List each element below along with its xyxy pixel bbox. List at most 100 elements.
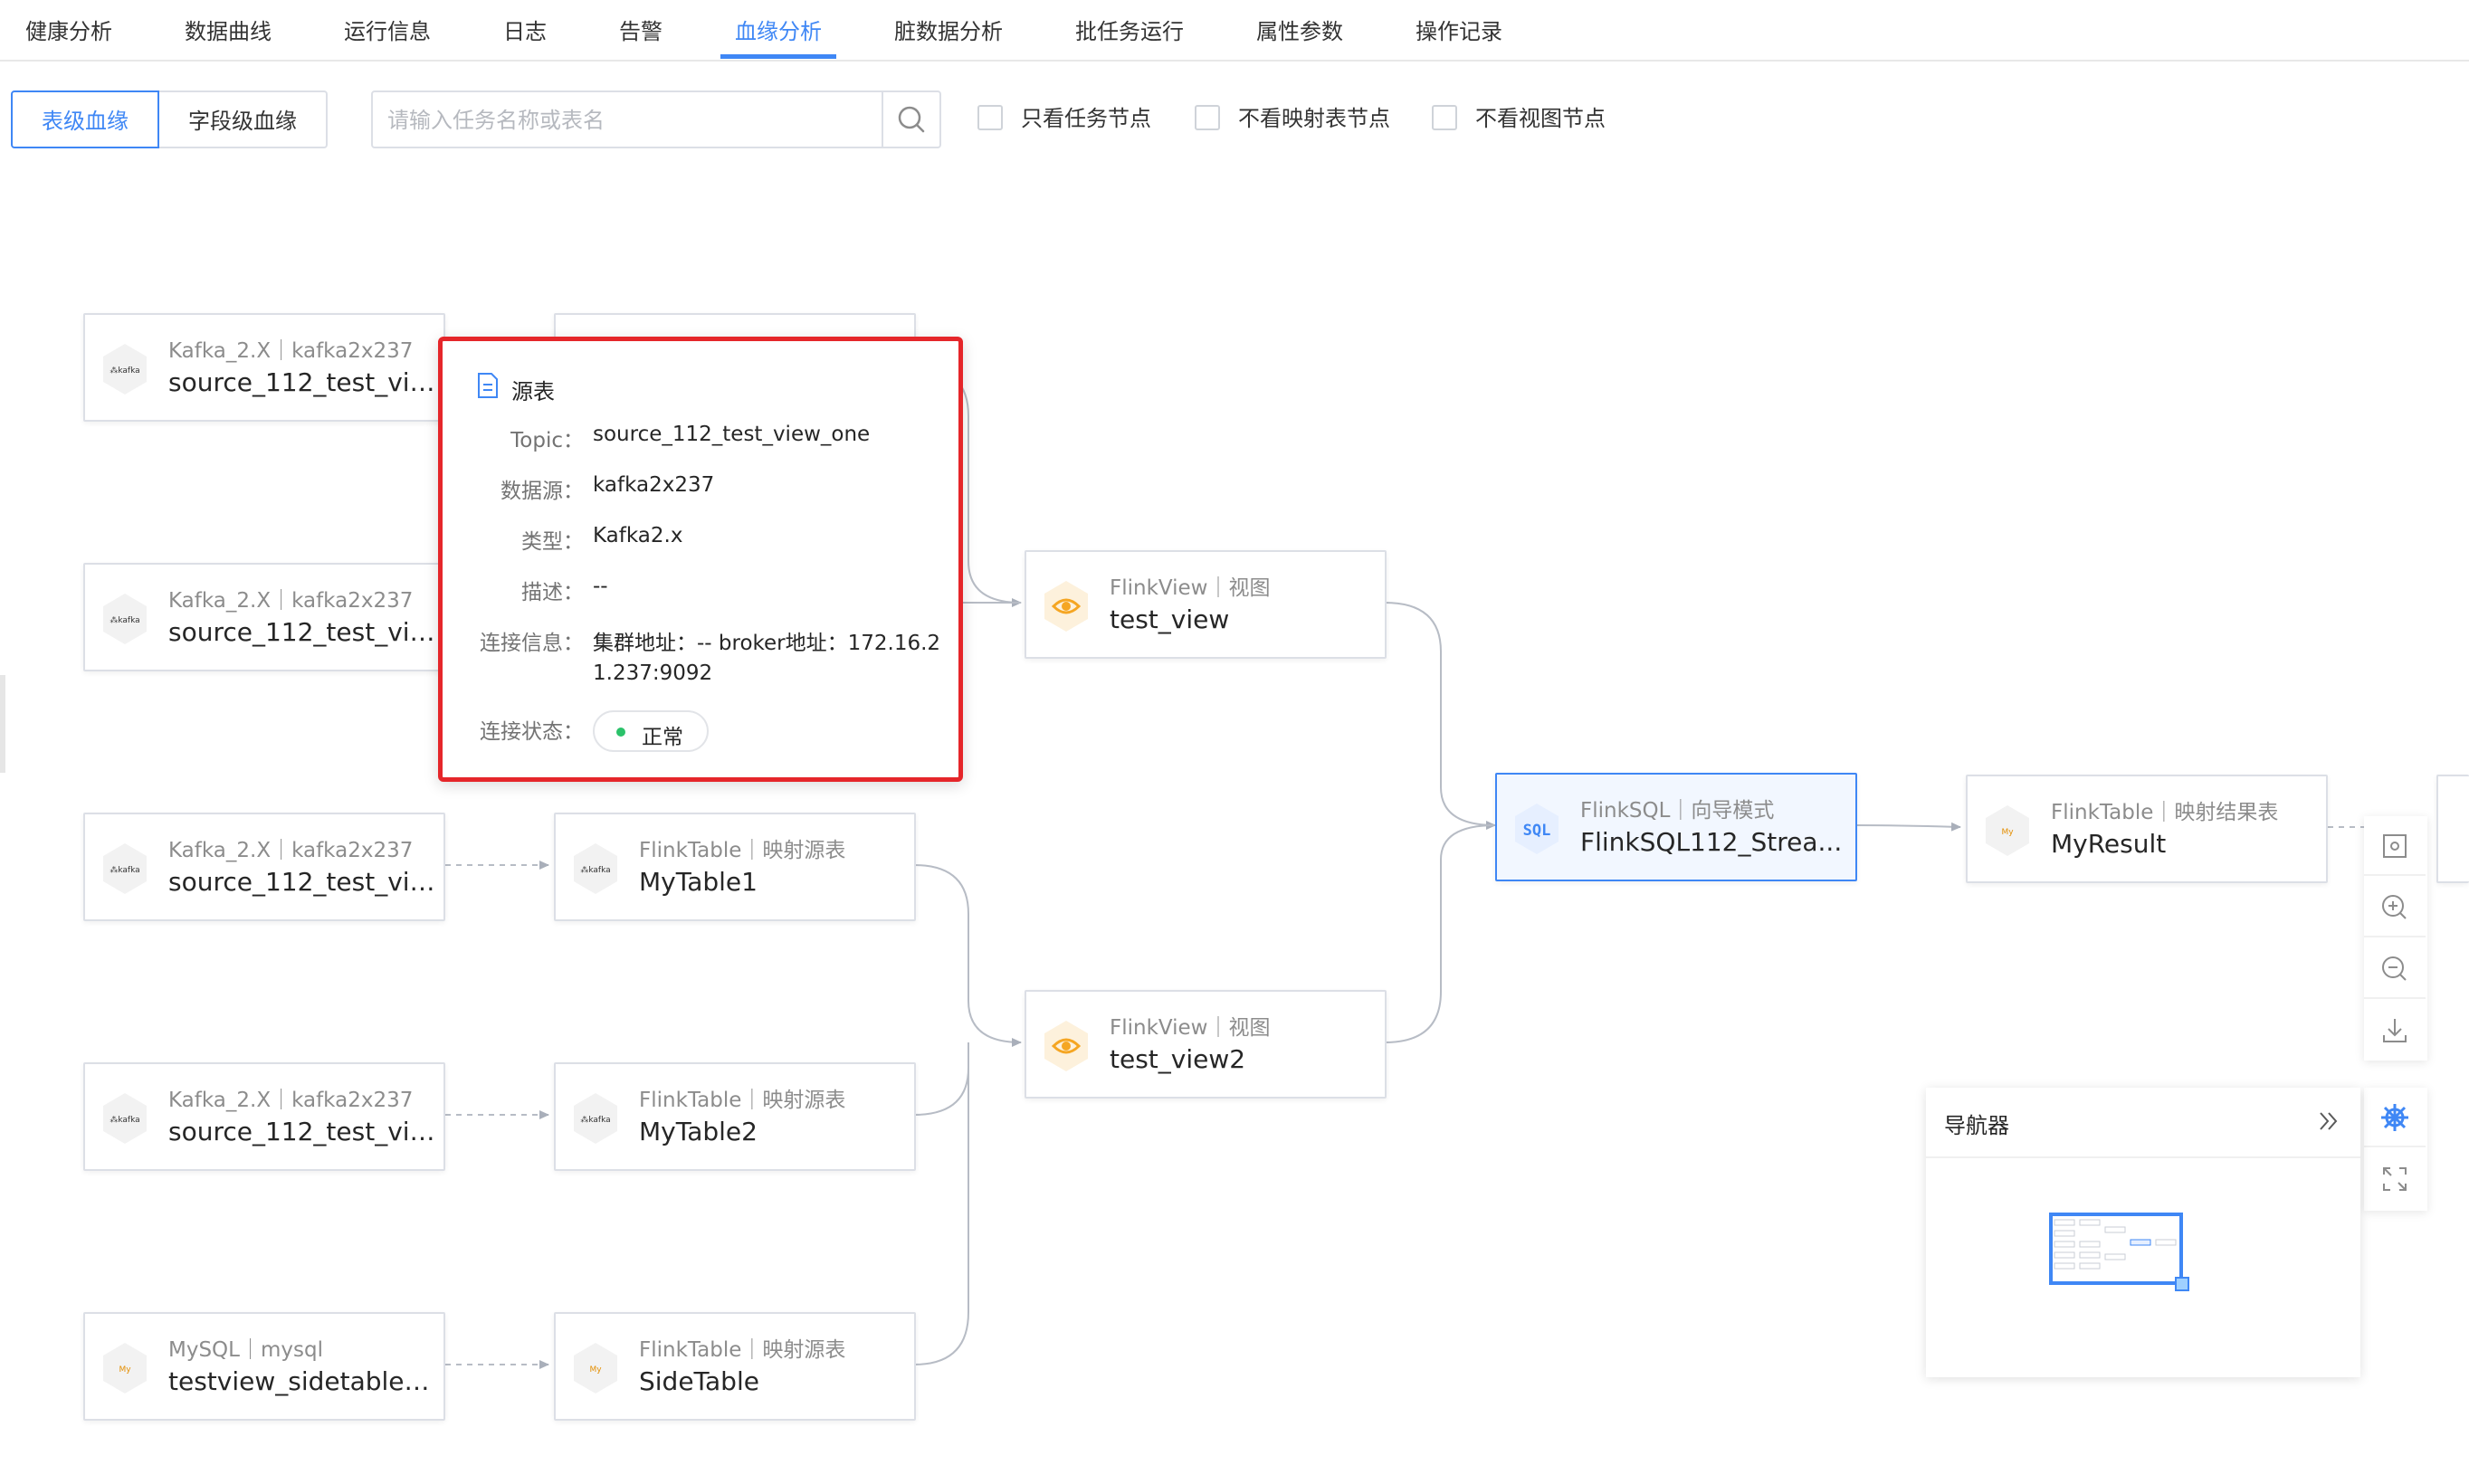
kafka-icon: ⁂kafka bbox=[103, 344, 147, 395]
navigator-toggle-button[interactable] bbox=[2364, 1088, 2426, 1147]
helm-icon bbox=[2381, 1104, 2408, 1131]
node-title: test_view2 bbox=[1110, 1044, 1246, 1074]
detail-key-topic: Topic： bbox=[510, 429, 584, 452]
tab-run-info[interactable]: 运行信息 bbox=[344, 0, 431, 60]
collapse-double-chevron-icon[interactable] bbox=[2315, 1108, 2342, 1135]
navigator-panel: 导航器 bbox=[1926, 1088, 2360, 1377]
zoom-in-button[interactable] bbox=[2364, 878, 2426, 937]
navigator-title: 导航器 bbox=[1944, 1113, 2009, 1138]
status-dot bbox=[616, 728, 625, 737]
status-badge: 正常 bbox=[593, 710, 709, 752]
zoom-out-icon bbox=[2382, 956, 2407, 981]
node-subtitle: FlinkTable｜映射结果表 bbox=[2051, 801, 2279, 824]
node-subtitle: FlinkView｜视图 bbox=[1110, 1016, 1271, 1040]
active-tab-indicator bbox=[720, 54, 836, 59]
detail-value-datasource: kafka2x237 bbox=[593, 473, 715, 497]
navigator-minimap[interactable] bbox=[1926, 1156, 2360, 1377]
search-box bbox=[371, 90, 941, 148]
svg-text:⁂kafka: ⁂kafka bbox=[580, 1115, 610, 1125]
filter-task-nodes-checkbox[interactable]: 只看任务节点 bbox=[977, 103, 1177, 136]
search-icon bbox=[898, 106, 925, 133]
node-detail-popover: 源表 Topic： source_112_test_view_one 数据源： … bbox=[438, 337, 963, 782]
svg-text:SQL: SQL bbox=[1523, 822, 1551, 840]
tab-logs[interactable]: 日志 bbox=[503, 0, 547, 60]
tab-batch-runs[interactable]: 批任务运行 bbox=[1075, 0, 1184, 60]
filter-no-view-checkbox[interactable]: 不看视图节点 bbox=[1432, 103, 1649, 136]
search-button[interactable] bbox=[882, 92, 939, 147]
node-title: source_112_test_vie... bbox=[168, 1117, 440, 1146]
lineage-node-mapping-1[interactable]: ⁂kafka FlinkTable｜映射源表 MyTable1 bbox=[554, 813, 916, 921]
view-eye-icon bbox=[1044, 581, 1088, 632]
filter-no-mapping-checkbox[interactable]: 不看映射表节点 bbox=[1195, 103, 1430, 136]
lineage-node-view-1[interactable]: FlinkView｜视图 test_view bbox=[1025, 550, 1387, 659]
navigator-header: 导航器 bbox=[1926, 1088, 2360, 1158]
fullscreen-button[interactable] bbox=[2364, 1149, 2426, 1209]
lineage-node-mapping-2[interactable]: ⁂kafka FlinkTable｜映射源表 MyTable2 bbox=[554, 1062, 916, 1171]
node-subtitle: Kafka_2.X｜kafka2x237 bbox=[168, 339, 414, 363]
node-title: source_112_test_vie... bbox=[168, 617, 440, 647]
svg-text:⁂kafka: ⁂kafka bbox=[110, 865, 139, 875]
field-lineage-button[interactable]: 字段级血缘 bbox=[157, 90, 328, 148]
lineage-node-source-3[interactable]: ⁂kafka Kafka_2.X｜kafka2x237 source_112_t… bbox=[83, 813, 445, 921]
svg-text:⁂kafka: ⁂kafka bbox=[110, 1115, 139, 1125]
detail-key-connection: 连接信息： bbox=[480, 632, 584, 655]
tab-operation-log[interactable]: 操作记录 bbox=[1416, 0, 1502, 60]
lineage-node-source-4[interactable]: ⁂kafka Kafka_2.X｜kafka2x237 source_112_t… bbox=[83, 1062, 445, 1171]
lineage-node-view-2[interactable]: FlinkView｜视图 test_view2 bbox=[1025, 990, 1387, 1099]
locate-center-icon bbox=[2383, 834, 2407, 858]
node-subtitle: Kafka_2.X｜kafka2x237 bbox=[168, 1089, 414, 1112]
node-subtitle: FlinkTable｜映射源表 bbox=[639, 1338, 846, 1362]
svg-text:My: My bbox=[2001, 828, 2014, 837]
download-button[interactable] bbox=[2364, 1001, 2426, 1061]
detail-value-description: -- bbox=[593, 575, 608, 598]
node-title: MyTable2 bbox=[639, 1117, 758, 1146]
viewport-resize-handle bbox=[2175, 1277, 2189, 1291]
tab-data-curve[interactable]: 数据曲线 bbox=[185, 0, 272, 60]
kafka-icon: ⁂kafka bbox=[574, 843, 617, 894]
svg-text:⁂kafka: ⁂kafka bbox=[110, 615, 139, 625]
search-input[interactable] bbox=[386, 92, 878, 148]
detail-key-datasource: 数据源： bbox=[500, 480, 584, 503]
node-subtitle: FlinkSQL｜向导模式 bbox=[1580, 799, 1775, 823]
table-lineage-button[interactable]: 表级血缘 bbox=[11, 90, 159, 148]
lineage-node-result[interactable]: My FlinkTable｜映射结果表 MyResult bbox=[1966, 775, 2328, 883]
tab-properties[interactable]: 属性参数 bbox=[1256, 0, 1343, 60]
node-subtitle: Kafka_2.X｜kafka2x237 bbox=[168, 839, 414, 862]
tab-health-analysis[interactable]: 健康分析 bbox=[25, 0, 112, 60]
detail-value-connection-cont: 1.237:9092 bbox=[593, 661, 713, 685]
lineage-node-source-5[interactable]: My MySQL｜mysql testview_sidetableone bbox=[83, 1312, 445, 1421]
detail-value-connection: 集群地址：-- broker地址：172.16.2 bbox=[593, 632, 941, 655]
node-title: MyTable1 bbox=[639, 867, 758, 897]
checkbox-label: 只看任务节点 bbox=[1021, 106, 1151, 131]
checkbox-box[interactable] bbox=[1195, 105, 1220, 130]
checkbox-box[interactable] bbox=[1432, 105, 1457, 130]
document-icon bbox=[478, 373, 498, 398]
detail-key-description: 描述： bbox=[521, 581, 584, 604]
download-icon bbox=[2383, 1019, 2407, 1042]
lineage-node-offscreen[interactable] bbox=[2436, 775, 2469, 883]
detail-value-type: Kafka2.x bbox=[593, 524, 683, 547]
kafka-icon: ⁂kafka bbox=[103, 843, 147, 894]
svg-text:My: My bbox=[589, 1365, 602, 1375]
zoom-out-button[interactable] bbox=[2364, 939, 2426, 999]
lineage-node-mapping-3[interactable]: My FlinkTable｜映射源表 SideTable bbox=[554, 1312, 916, 1421]
node-subtitle: FlinkTable｜映射源表 bbox=[639, 839, 846, 862]
view-tool-group bbox=[2364, 1088, 2427, 1211]
lineage-node-source-2[interactable]: ⁂kafka Kafka_2.X｜kafka2x237 source_112_t… bbox=[83, 563, 445, 671]
popover-title: 源表 bbox=[511, 379, 555, 404]
sql-icon: SQL bbox=[1515, 804, 1559, 854]
left-collapse-handle[interactable] bbox=[0, 675, 5, 773]
tab-dirty-data[interactable]: 脏数据分析 bbox=[894, 0, 1003, 60]
lineage-node-source-1[interactable]: ⁂kafka Kafka_2.X｜kafka2x237 source_112_t… bbox=[83, 313, 445, 422]
node-title: test_view bbox=[1110, 604, 1230, 634]
node-title: FlinkSQL112_Strea... bbox=[1580, 827, 1843, 857]
mysql-icon: My bbox=[1986, 805, 2029, 856]
node-subtitle: MySQL｜mysql bbox=[168, 1338, 323, 1362]
checkbox-box[interactable] bbox=[977, 105, 1003, 130]
fit-center-button[interactable] bbox=[2364, 816, 2426, 876]
checkbox-label: 不看视图节点 bbox=[1475, 106, 1606, 131]
tab-lineage-analysis[interactable]: 血缘分析 bbox=[735, 0, 822, 60]
lineage-node-flinksql-task[interactable]: SQL FlinkSQL｜向导模式 FlinkSQL112_Strea... bbox=[1495, 773, 1857, 881]
node-subtitle: FlinkTable｜映射源表 bbox=[639, 1089, 846, 1112]
tab-alerts[interactable]: 告警 bbox=[619, 0, 663, 60]
